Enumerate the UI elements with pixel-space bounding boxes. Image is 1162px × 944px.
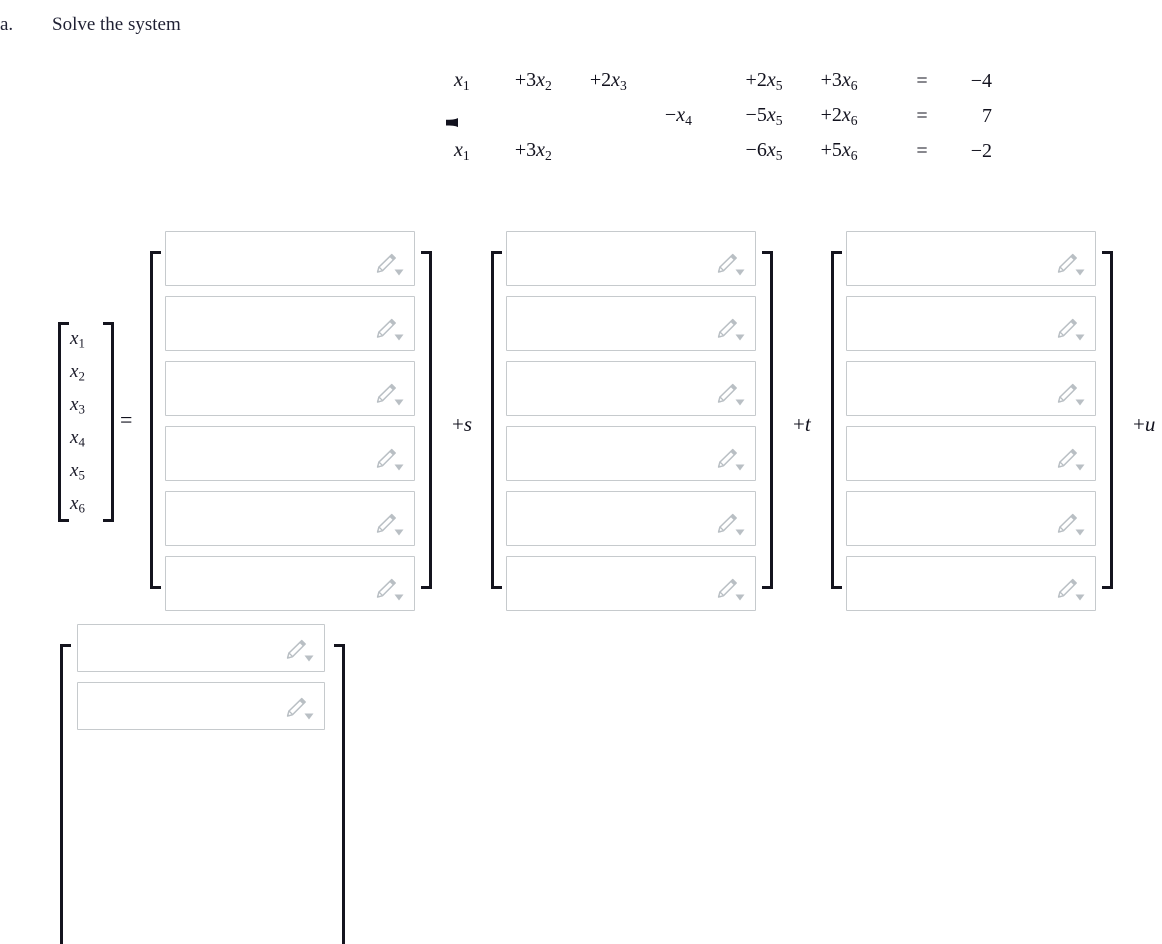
u-basis-vector-overflow-left-bracket xyxy=(60,644,71,944)
u-basis-vector-overflow-right-bracket xyxy=(334,644,345,944)
pencil-icon[interactable] xyxy=(285,639,315,665)
u-basis-vector-overflow xyxy=(0,0,1162,944)
answer-input-box[interactable] xyxy=(77,624,325,672)
pencil-icon[interactable] xyxy=(285,697,315,723)
solution-entry-area: x1 x2 x3 x4 x5 x6 = +s +t +u xyxy=(0,0,1162,944)
answer-input-box[interactable] xyxy=(77,682,325,730)
